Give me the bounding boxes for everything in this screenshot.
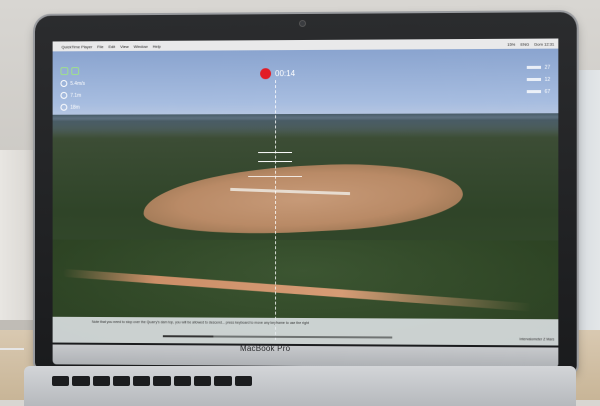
hud-right-row-3: 67 — [527, 89, 550, 95]
hud-speed-value: 5.4m/s — [70, 80, 86, 87]
hud-height-value: 7.1m — [70, 92, 82, 99]
keyboard-keys — [52, 376, 252, 400]
key[interactable] — [92, 376, 110, 386]
hud-level-line — [248, 176, 303, 178]
menu-window[interactable]: Window — [134, 43, 148, 48]
hud-speed-row: 5.4m/s — [60, 80, 85, 87]
playback-progress-fill — [162, 335, 213, 338]
subtitle-right-text: Intervalometer Z Mars — [519, 337, 555, 342]
hud-distance-value: 18m — [70, 104, 80, 111]
signal-icon — [527, 78, 542, 82]
height-icon — [60, 91, 68, 99]
storage-icon — [527, 90, 542, 94]
menu-app[interactable]: QuickTime Player — [61, 44, 92, 49]
hud-right-value-3: 67 — [544, 89, 551, 96]
subtitle-text: Note that you need to stop over the Quar… — [91, 319, 309, 326]
camera-icon — [527, 66, 542, 70]
recording-timer: 00:14 — [275, 69, 296, 79]
webcam-icon — [300, 20, 305, 27]
hud-right-row-1: 27 — [527, 65, 550, 71]
subtitle-bar: Note that you need to stop over the Quar… — [52, 316, 559, 346]
menu-file[interactable]: File — [97, 44, 103, 49]
hud-mode-row — [60, 67, 85, 76]
hud-horizon-marker — [258, 152, 293, 163]
hud-right-row-2: 12 — [527, 77, 550, 83]
key[interactable] — [133, 376, 151, 386]
hud-distance-row: 18m — [60, 103, 85, 111]
status-input[interactable]: ENG — [520, 41, 529, 46]
dirt-clearing — [141, 157, 465, 241]
laptop-screen: QuickTime Player File Edit View Window H… — [52, 38, 559, 346]
menu-help[interactable]: Help — [153, 43, 161, 48]
menu-edit[interactable]: Edit — [108, 44, 115, 49]
speed-icon — [60, 80, 68, 87]
distance-icon — [60, 103, 68, 111]
usb-cable — [0, 348, 24, 350]
hud-height-row: 7.1m — [60, 91, 85, 99]
distant-hills — [52, 113, 559, 135]
key[interactable] — [112, 376, 131, 386]
gps-icon — [60, 67, 69, 76]
key[interactable] — [72, 376, 90, 386]
menubar-status: 15% ENG Dom 12:31 — [507, 41, 554, 46]
status-battery[interactable]: 15% — [507, 41, 515, 46]
laptop-brand-label: MacBook Pro — [240, 344, 291, 353]
status-clock[interactable]: Dom 12:31 — [534, 41, 554, 46]
laptop-lid: QuickTime Player File Edit View Window H… — [34, 12, 577, 372]
hud-right-panel: 27 12 67 — [527, 65, 550, 95]
key[interactable] — [194, 376, 212, 386]
key[interactable] — [234, 376, 252, 386]
menu-view[interactable]: View — [120, 44, 128, 49]
battery-icon — [71, 67, 80, 76]
drone-video-frame[interactable]: 00:14 5.4m/s 7.1m 18m 27 12 67 Note that… — [52, 48, 559, 346]
screen-chin — [52, 344, 559, 368]
key[interactable] — [214, 376, 232, 386]
key[interactable] — [52, 376, 70, 386]
record-icon — [260, 68, 272, 80]
hud-center-line — [275, 80, 277, 340]
key[interactable] — [173, 376, 192, 386]
hud-right-value-2: 12 — [544, 76, 551, 83]
key[interactable] — [153, 376, 171, 386]
hud-right-value-1: 27 — [544, 64, 551, 71]
hud-left-panel: 5.4m/s 7.1m 18m — [60, 67, 85, 111]
